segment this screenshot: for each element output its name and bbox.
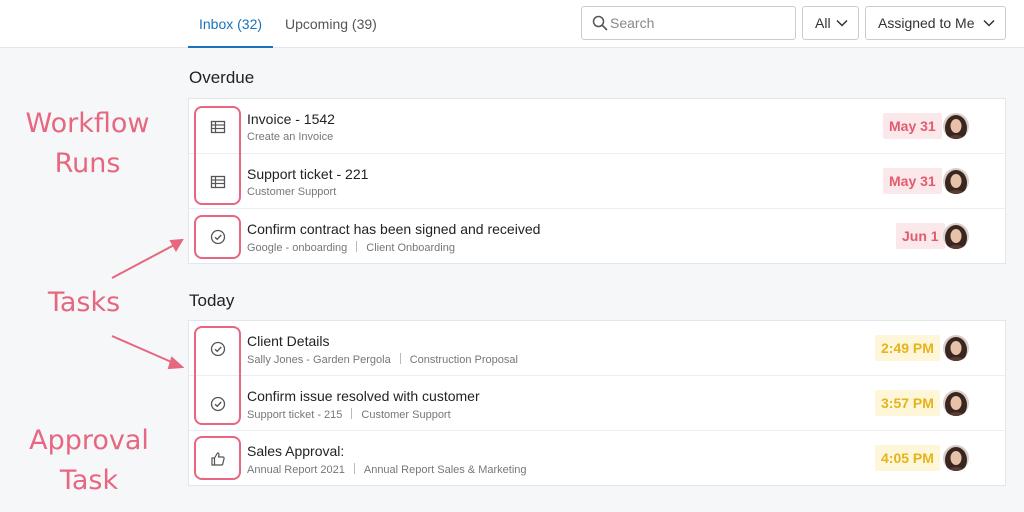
avatar[interactable] <box>943 445 969 471</box>
avatar[interactable] <box>943 168 969 194</box>
row-title: Client Details <box>247 333 330 349</box>
annotation-box-task <box>194 215 241 259</box>
tab-inbox[interactable]: Inbox (32) <box>188 0 274 48</box>
annotation-box-approval-task <box>194 436 241 480</box>
annotation-arrow-down <box>111 335 185 370</box>
list-item[interactable]: Sales Approval: Annual Report 2021 Annual… <box>189 431 1005 486</box>
overdue-list: Invoice - 1542 Create an Invoice May 31 … <box>188 98 1006 264</box>
annotation-box-workflow-runs <box>194 106 241 205</box>
top-bar: Inbox (32) Upcoming (39) All Assigned to… <box>0 0 1024 48</box>
row-subtitle: Google - onboarding Client Onboarding <box>247 241 455 254</box>
section-title-overdue: Overdue <box>189 68 255 87</box>
row-subtitle: Customer Support <box>247 186 337 198</box>
avatar[interactable] <box>943 390 969 416</box>
row-title: Confirm issue resolved with customer <box>247 388 480 404</box>
annotation-arrow-up <box>111 238 184 279</box>
chevron-down-icon <box>836 19 848 27</box>
row-title: Confirm contract has been signed and rec… <box>247 221 541 237</box>
avatar[interactable] <box>943 223 969 249</box>
due-date-badge: May 31 <box>883 168 942 194</box>
search-box[interactable] <box>581 6 796 40</box>
row-subtitle: Sally Jones - Garden Pergola Construction… <box>247 353 518 366</box>
section-title-today: Today <box>189 291 235 310</box>
search-icon <box>592 15 608 31</box>
row-title: Invoice - 1542 <box>247 111 335 127</box>
filter-all-dropdown[interactable]: All <box>802 6 859 40</box>
list-item[interactable]: Confirm contract has been signed and rec… <box>189 209 1005 264</box>
due-time-badge: 4:05 PM <box>875 445 940 471</box>
tab-upcoming[interactable]: Upcoming (39) <box>274 0 388 48</box>
avatar[interactable] <box>943 335 969 361</box>
row-title: Sales Approval: <box>247 443 345 459</box>
annotation-label-workflow: Workflow <box>25 108 150 139</box>
row-subtitle: Support ticket - 215 Customer Support <box>247 408 451 421</box>
annotation-label-task: Task <box>59 465 119 496</box>
list-item[interactable]: Confirm issue resolved with customer Sup… <box>189 376 1005 431</box>
filter-all-label: All <box>815 15 831 31</box>
due-date-badge: Jun 1 <box>896 223 945 249</box>
list-item[interactable]: Client Details Sally Jones - Garden Perg… <box>189 321 1005 376</box>
avatar[interactable] <box>943 113 969 139</box>
list-item[interactable]: Support ticket - 221 Customer Support Ma… <box>189 154 1005 209</box>
row-title: Support ticket - 221 <box>247 166 369 182</box>
assigned-to-me-label: Assigned to Me <box>878 15 975 31</box>
assigned-to-me-dropdown[interactable]: Assigned to Me <box>865 6 1006 40</box>
annotation-label-approval: Approval <box>29 425 149 456</box>
due-time-badge: 2:49 PM <box>875 335 940 361</box>
due-time-badge: 3:57 PM <box>875 390 940 416</box>
annotation-label-tasks: Tasks <box>47 287 121 318</box>
annotation-label-runs: Runs <box>54 148 121 179</box>
due-date-badge: May 31 <box>883 113 942 139</box>
search-input[interactable] <box>610 13 790 33</box>
row-subtitle: Annual Report 2021 Annual Report Sales & … <box>247 463 527 476</box>
row-subtitle: Create an Invoice <box>247 131 334 143</box>
today-list: Client Details Sally Jones - Garden Perg… <box>188 320 1006 486</box>
annotation-box-tasks <box>194 326 241 425</box>
list-item[interactable]: Invoice - 1542 Create an Invoice May 31 <box>189 99 1005 154</box>
chevron-down-icon <box>983 19 995 27</box>
